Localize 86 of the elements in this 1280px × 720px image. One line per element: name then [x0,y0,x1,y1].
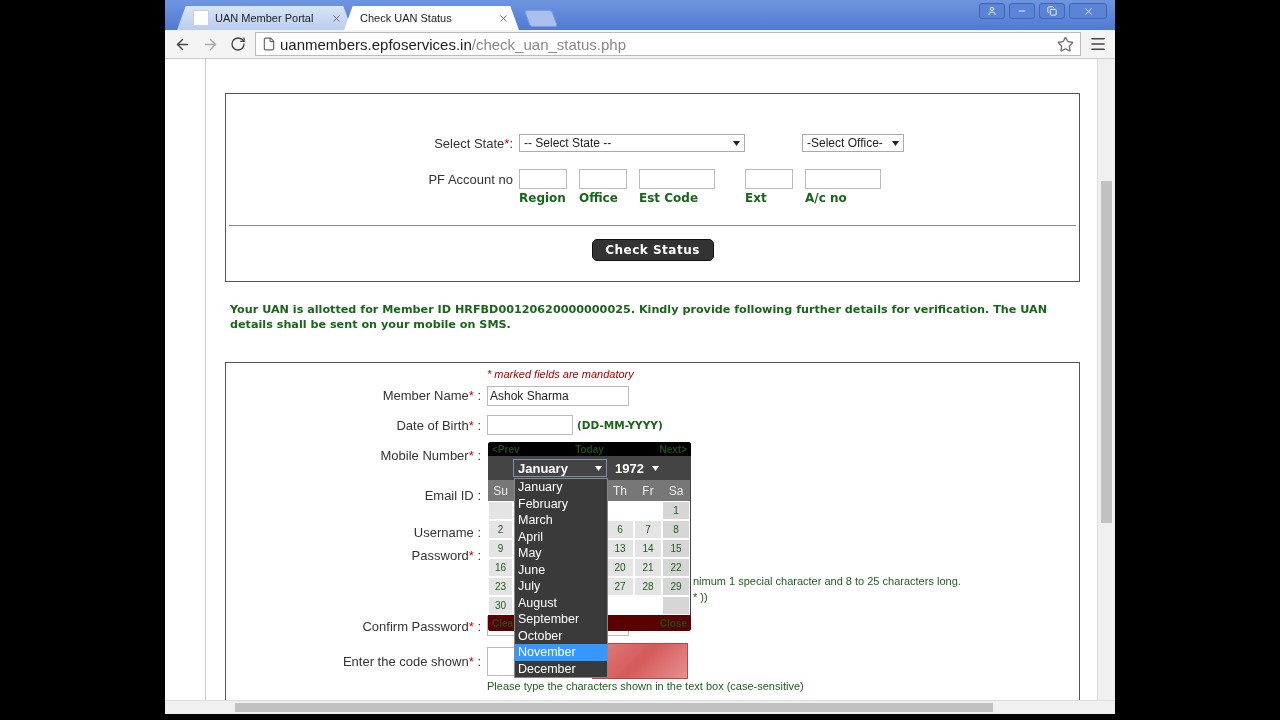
dropdown-caret-icon [892,140,899,146]
weekday-label: Su [488,480,513,501]
weekday-label: Fr [634,480,662,501]
day-cell[interactable]: 16 [488,558,513,577]
field-caption: Est Code [639,191,700,205]
account-field[interactable] [579,169,627,189]
uan-message: Your UAN is allotted for Member ID HRFBD00120620000000025. Kindly provide following further details for verification. The UAN details shall be sent on your mobile on SMS. [230,302,1049,332]
month-option[interactable]: April [515,528,607,545]
month-option[interactable]: December [515,660,607,677]
weekday-label: Sa [662,480,690,501]
bookmark-star-icon[interactable] [1057,35,1074,53]
dropdown-caret-icon [651,465,659,471]
vertical-scrollbar[interactable] [1097,59,1115,700]
restore-icon [1047,6,1057,16]
month-option[interactable]: July [515,578,607,595]
month-option[interactable]: August [515,594,607,611]
user-button[interactable] [979,3,1005,19]
day-cell[interactable]: 6 [606,520,634,539]
field-label: Password* : [411,547,481,563]
horizontal-scrollbar[interactable] [165,700,1115,714]
day-cell[interactable]: 2 [488,520,513,539]
field-label: Select State*: [434,135,513,151]
address-bar[interactable]: uanmembers.epfoservices.in/check_uan_status.php [255,32,1081,56]
day-cell[interactable]: 28 [634,577,662,596]
month-option[interactable]: March [515,512,607,529]
person-icon [987,6,997,16]
day-cell[interactable]: 8 [662,520,690,539]
day-cell[interactable]: 1 [662,501,690,520]
month-option[interactable]: January [515,479,607,496]
field-label: PF Account no [428,172,513,187]
close-button[interactable] [1069,3,1107,19]
field-caption: Region [519,191,567,205]
close-icon[interactable] [498,12,509,24]
day-cell[interactable]: 27 [606,577,634,596]
text-field[interactable]: Ashok Sharma [487,385,629,406]
close-icon[interactable] [331,12,342,24]
date-field[interactable] [487,415,573,435]
day-cell[interactable]: 15 [662,539,690,558]
password-rule-text: * )) [693,591,708,603]
day-cell[interactable]: 20 [606,558,634,577]
close-icon [1082,5,1094,17]
month-option[interactable]: May [515,545,607,562]
field-caption: Office [579,191,619,205]
day-cell[interactable]: 9 [488,539,513,558]
day-cell[interactable]: 21 [634,558,662,577]
account-field[interactable] [805,169,881,189]
field-label: Member Name* : [382,388,481,403]
month-option[interactable]: October [515,627,607,644]
year-select[interactable]: 1972 [615,460,659,476]
check-status-button[interactable]: Check Status [591,239,714,261]
page-icon [193,10,209,26]
browser-tab[interactable]: Check UAN Status [344,6,519,30]
field-label: Mobile Number* : [380,447,481,463]
day-cell[interactable]: 29 [662,577,690,596]
restore-button[interactable] [1039,3,1065,19]
account-field[interactable] [519,169,567,189]
office-select[interactable]: -Select Office- [802,134,904,152]
field-label: Email ID : [424,487,481,503]
day-cell[interactable]: 22 [662,558,690,577]
field-label: Confirm Password* : [362,618,481,634]
field-label: Enter the code shown* : [342,653,481,669]
account-field[interactable] [639,169,715,189]
month-select[interactable]: January [513,459,607,477]
month-option[interactable]: February [515,495,607,512]
day-cell[interactable]: 14 [634,539,662,558]
month-option[interactable]: September [515,611,607,628]
field-label: Date of Birth* : [396,417,481,433]
dropdown-caret-icon [595,465,602,471]
account-field[interactable] [745,169,793,189]
captcha-help-text: Please type the characters shown in the text box (case-sensitive) [487,680,804,692]
dropdown-caret-icon [733,140,740,146]
mandatory-note: * marked fields are mandatory [487,368,635,380]
day-cell[interactable]: 13 [606,539,634,558]
password-rule-text: nimum 1 special character and 8 to 25 characters long. [693,575,961,587]
day-cell[interactable]: 23 [488,577,513,596]
month-option[interactable]: June [515,561,607,578]
day-cell[interactable]: 7 [634,520,662,539]
field-caption: Ext [745,191,768,205]
date-format-hint: (DD-MM-YYYY) [577,419,663,431]
weekday-label: Th [606,480,634,501]
field-caption: A/c no [805,191,848,205]
day-cell[interactable]: 30 [488,596,513,615]
field-label: Username : [413,525,481,540]
state-select[interactable]: -- Select State -- [519,134,745,152]
page-icon [262,37,276,51]
minimize-button[interactable] [1009,3,1035,19]
